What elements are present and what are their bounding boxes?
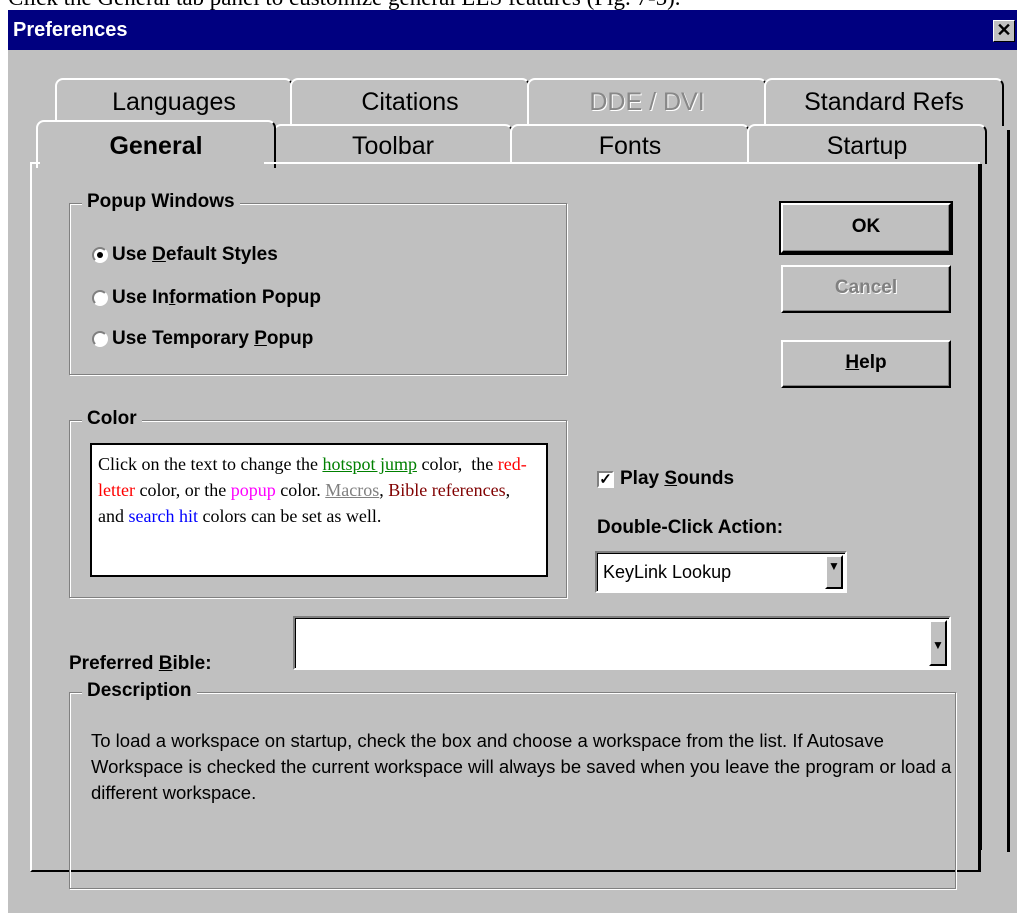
chevron-down-icon[interactable]: ▼	[929, 620, 947, 666]
panel-edge	[264, 162, 980, 164]
color-sample-segment[interactable]: popup	[231, 480, 276, 500]
color-sample-segment: color, or the	[134, 480, 231, 500]
radio-label: Use Temporary Popup	[112, 328, 314, 349]
color-sample-segment: Click on the text to change the	[98, 454, 323, 474]
double-click-action-label: Double-Click Action:	[597, 517, 784, 538]
color-sample-segment: colors can be set as well.	[197, 506, 382, 526]
title-bar: Preferences ✕	[8, 10, 1017, 50]
color-sample-segment[interactable]: Macros	[325, 480, 379, 500]
tab-general[interactable]: General	[36, 120, 276, 168]
checkbox-label: Play Sounds	[620, 468, 735, 489]
tab-label: Citations	[361, 88, 459, 116]
tab-label: Standard Refs	[804, 88, 964, 116]
panel-back-edge	[1007, 130, 1010, 852]
panel-edge	[30, 162, 40, 164]
color-sample-segment[interactable]: hotspot jump	[322, 454, 417, 474]
ok-button[interactable]: OK	[779, 201, 953, 255]
dialog-title: Preferences	[13, 19, 128, 41]
tab-label: Fonts	[598, 132, 662, 160]
cancel-button[interactable]: Cancel	[781, 265, 951, 313]
color-sample-segment[interactable]: Bible references	[388, 480, 505, 500]
tab-standard-refs[interactable]: Standard Refs	[764, 78, 1004, 126]
tab-label: Toolbar	[352, 132, 434, 160]
chevron-down-icon[interactable]: ▼	[825, 555, 843, 589]
group-legend: Description	[82, 680, 197, 702]
color-sample-segment: ,	[379, 480, 389, 500]
radio-button[interactable]	[92, 247, 108, 263]
close-button[interactable]: ✕	[993, 20, 1015, 42]
radio-button[interactable]	[92, 290, 108, 306]
tab-dde-dvi[interactable]: DDE / DVI	[527, 78, 767, 126]
check-icon: ✓	[599, 470, 612, 488]
tab-toolbar[interactable]: Toolbar	[273, 124, 513, 164]
button-label: Help	[845, 352, 887, 373]
color-sample-segment[interactable]: search hit	[129, 506, 198, 526]
tab-fonts[interactable]: Fonts	[510, 124, 750, 164]
play-sounds-checkbox[interactable]: ✓ Play Sounds	[597, 468, 734, 490]
radio-default-styles[interactable]: Use Default Styles	[92, 244, 278, 266]
close-icon: ✕	[996, 20, 1012, 40]
tab-label: Startup	[826, 132, 908, 160]
tab-label: Languages	[112, 88, 236, 116]
select-value: KeyLink Lookup	[603, 562, 732, 582]
button-label: Cancel	[834, 277, 898, 298]
tab-label: General	[109, 132, 203, 160]
tab-label: DDE / DVI	[589, 88, 705, 116]
help-button[interactable]: Help	[781, 340, 951, 388]
color-sample-text[interactable]: Click on the text to change the hotspot …	[90, 443, 548, 577]
checkbox[interactable]: ✓	[597, 470, 614, 488]
group-legend: Popup Windows	[82, 191, 240, 213]
button-label: OK	[851, 216, 881, 237]
radio-label: Use Information Popup	[112, 287, 322, 308]
preferred-bible-label: Preferred Bible:	[69, 653, 212, 674]
color-sample-segment: color, the	[416, 454, 498, 474]
radio-button[interactable]	[92, 331, 108, 347]
radio-temporary-popup[interactable]: Use Temporary Popup	[92, 328, 313, 350]
description-text: To load a workspace on startup, check th…	[91, 730, 952, 803]
double-click-action-select[interactable]: KeyLink Lookup ▼	[595, 551, 847, 593]
group-legend: Color	[82, 408, 142, 430]
tab-citations[interactable]: Citations	[290, 78, 530, 126]
radio-information-popup[interactable]: Use Information Popup	[92, 287, 321, 309]
preferred-bible-select[interactable]: ▼	[293, 616, 951, 670]
figure-caption: Click the General tab panel to customize…	[8, 0, 1008, 10]
tab-startup[interactable]: Startup	[747, 124, 987, 164]
color-sample-segment: color.	[275, 480, 326, 500]
tab-languages[interactable]: Languages	[55, 78, 293, 126]
radio-label: Use Default Styles	[112, 244, 278, 265]
